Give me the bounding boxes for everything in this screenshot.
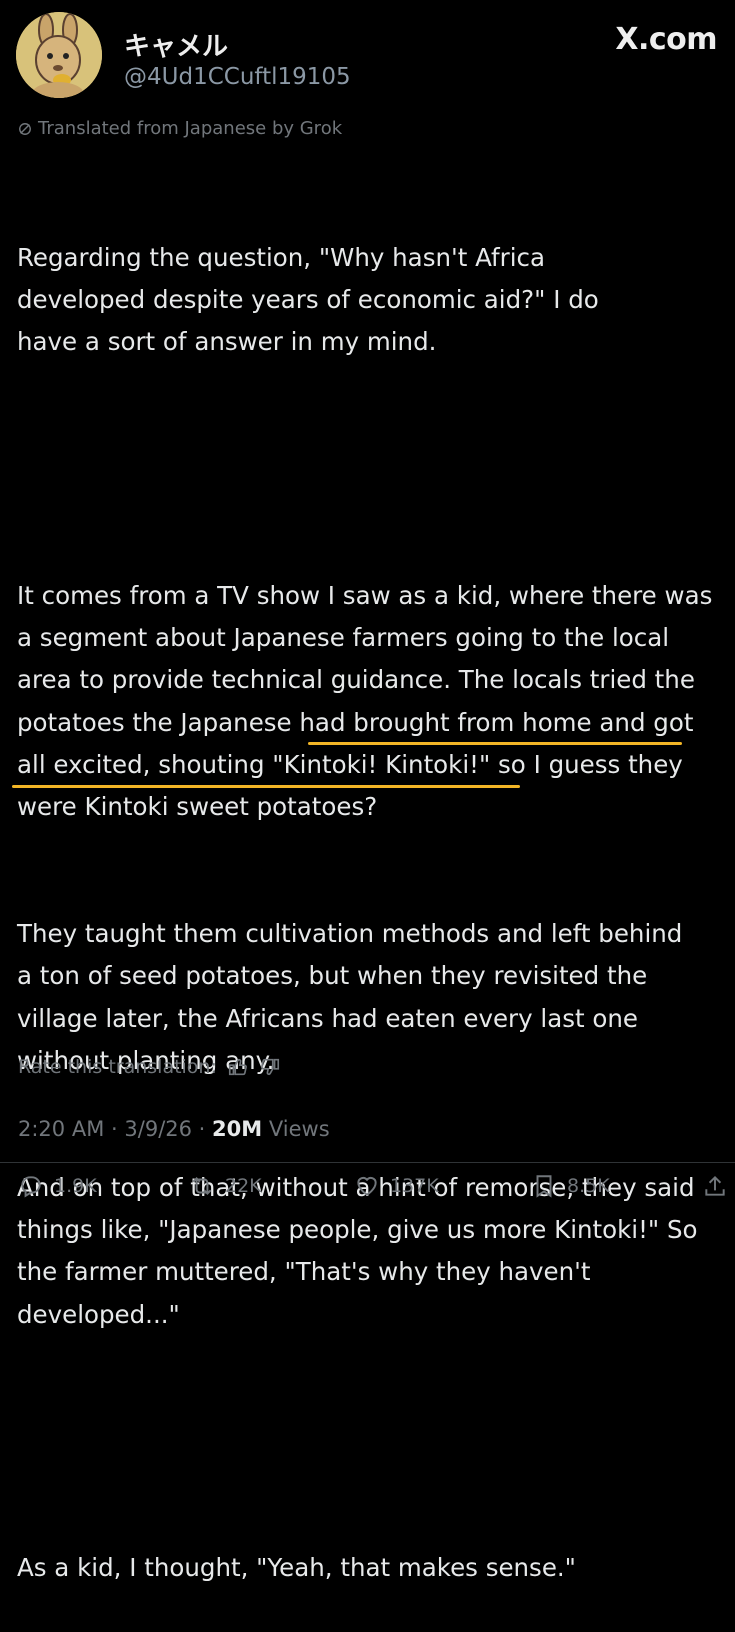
meta-separator: · [111, 1117, 118, 1141]
bookmark-icon [536, 1175, 552, 1198]
repost-button[interactable]: 22K [189, 1172, 262, 1200]
post-time[interactable]: 2:20 AM [18, 1117, 104, 1141]
views-label: Views [268, 1117, 330, 1141]
post-paragraph: Regarding the question, "Why hasn't Afri… [17, 242, 607, 357]
grok-icon [19, 122, 31, 135]
kangaroo-avatar-icon [16, 12, 102, 98]
thumbs-up-icon[interactable] [227, 1056, 249, 1078]
repost-icon [192, 1177, 212, 1195]
rate-translation-label: Rate this translation: [18, 1056, 217, 1078]
like-count: 137K [389, 1175, 439, 1197]
thumbs-down-icon[interactable] [259, 1056, 281, 1078]
post-paragraph [17, 1421, 722, 1463]
share-icon [705, 1175, 725, 1196]
display-name[interactable]: キャメル [124, 26, 228, 63]
heart-icon [357, 1176, 377, 1196]
post-paragraph: It comes from a TV show I saw as a kid, … [17, 580, 721, 822]
brand-watermark: X.com [615, 22, 717, 57]
avatar[interactable] [16, 12, 102, 98]
translation-note: Translated from Japanese by Grok [18, 118, 342, 139]
post-header: キャメル @4Ud1CCuftl19105 X.com [16, 12, 719, 102]
highlight-underline [308, 742, 682, 745]
reply-icon [21, 1176, 41, 1198]
meta-separator: · [198, 1117, 206, 1141]
post-date[interactable]: 3/9/26 [124, 1117, 192, 1141]
translation-note-text: Translated from Japanese by Grok [38, 118, 343, 139]
bookmark-count: 8.5K [567, 1175, 610, 1197]
action-bar: 1.9K 22K 137K 8.5K [18, 1172, 728, 1200]
highlight-underline [12, 785, 520, 788]
reply-count: 1.9K [54, 1175, 97, 1197]
post-paragraph: As a kid, I thought, "Yeah, that makes s… [17, 1553, 576, 1583]
bookmark-button[interactable]: 8.5K [531, 1172, 610, 1200]
share-button[interactable] [702, 1172, 728, 1200]
views-count: 20M [212, 1117, 263, 1141]
rate-translation: Rate this translation: [18, 1056, 281, 1078]
like-button[interactable]: 137K [354, 1172, 439, 1200]
repost-count: 22K [225, 1175, 262, 1197]
post-paragraph [17, 448, 722, 490]
divider [0, 1162, 735, 1163]
reply-button[interactable]: 1.9K [18, 1172, 97, 1200]
user-handle[interactable]: @4Ud1CCuftl19105 [124, 64, 351, 90]
post-meta: 2:20 AM · 3/9/26 · 20M Views [18, 1117, 330, 1141]
post-body: Regarding the question, "Why hasn't Afri… [17, 152, 722, 1632]
